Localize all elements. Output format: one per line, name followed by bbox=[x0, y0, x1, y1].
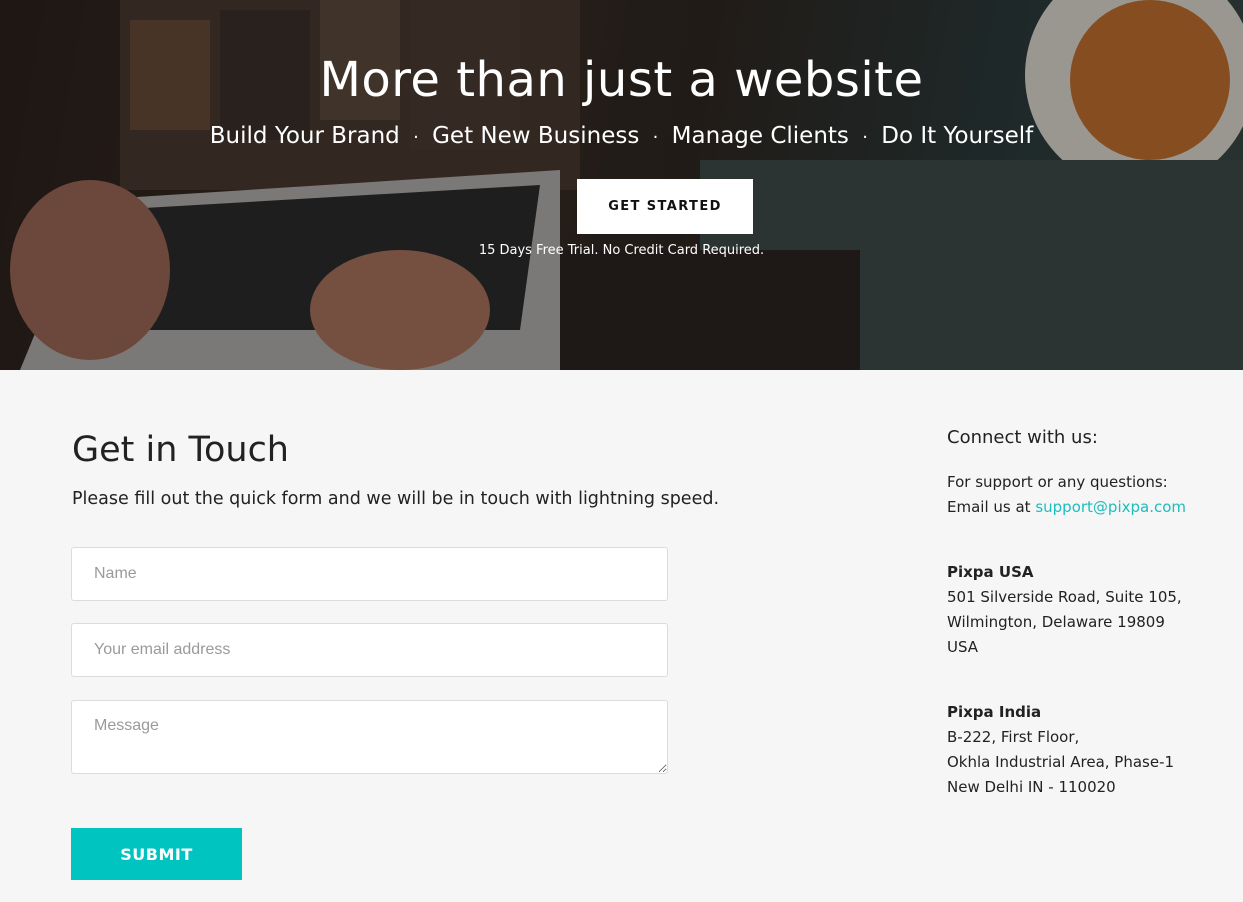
tagline-item: Manage Clients bbox=[671, 123, 849, 149]
tagline-item: Get New Business bbox=[432, 123, 640, 149]
office-india: Pixpa India B-222, First Floor, Okhla In… bbox=[947, 700, 1227, 800]
tagline-separator: · bbox=[652, 127, 659, 148]
contact-title: Get in Touch bbox=[72, 430, 289, 470]
email-line: Email us at support@pixpa.com bbox=[947, 495, 1227, 520]
connect-heading: Connect with us: bbox=[947, 427, 1098, 448]
connect-sidebar: Connect with us: For support or any ques… bbox=[947, 427, 1227, 800]
tagline-item: Do It Yourself bbox=[881, 123, 1034, 149]
name-input[interactable] bbox=[71, 547, 668, 601]
office-address-line: Okhla Industrial Area, Phase-1 bbox=[947, 753, 1175, 771]
office-name: Pixpa USA bbox=[947, 563, 1034, 581]
office-address-line: New Delhi IN - 110020 bbox=[947, 778, 1116, 796]
email-input[interactable] bbox=[71, 623, 668, 677]
tagline-separator: · bbox=[862, 127, 868, 148]
office-name: Pixpa India bbox=[947, 703, 1042, 721]
get-started-button[interactable]: GET STARTED bbox=[577, 179, 753, 234]
support-email-link[interactable]: support@pixpa.com bbox=[1035, 498, 1186, 516]
office-address-line: B-222, First Floor, bbox=[947, 728, 1080, 746]
tagline-item: Build Your Brand bbox=[209, 123, 400, 149]
tagline-separator: · bbox=[413, 127, 419, 148]
hero-tagline: Build Your Brand · Get New Business · Ma… bbox=[0, 123, 1243, 149]
submit-button[interactable]: SUBMIT bbox=[71, 828, 242, 880]
support-line: For support or any questions: bbox=[947, 473, 1168, 491]
email-prefix: Email us at bbox=[947, 498, 1031, 516]
trial-note: 15 Days Free Trial. No Credit Card Requi… bbox=[478, 243, 765, 258]
message-input[interactable] bbox=[71, 700, 668, 774]
hero-title: More than just a website bbox=[319, 52, 924, 108]
office-address-line: Wilmington, Delaware 19809 bbox=[947, 613, 1165, 631]
office-usa: Pixpa USA 501 Silverside Road, Suite 105… bbox=[947, 560, 1227, 660]
contact-subtitle: Please fill out the quick form and we wi… bbox=[72, 489, 720, 509]
office-address-line: 501 Silverside Road, Suite 105, bbox=[947, 588, 1182, 606]
hero-banner: More than just a website Build Your Bran… bbox=[0, 0, 1243, 370]
office-address-line: USA bbox=[947, 638, 979, 656]
